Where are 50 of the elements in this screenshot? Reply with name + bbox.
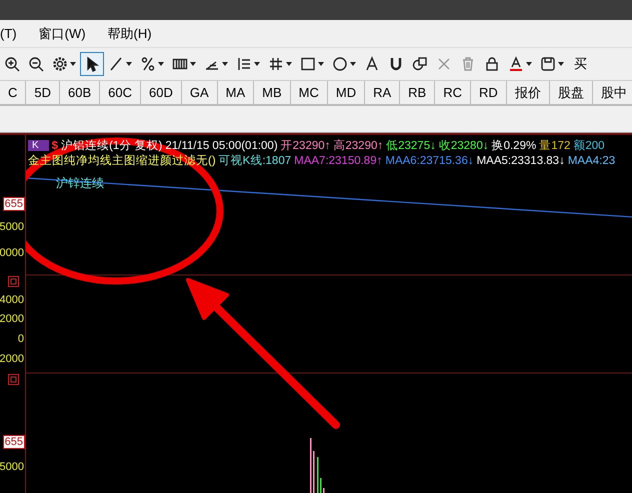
buy-button[interactable]: 买 — [574, 55, 587, 73]
grid-icon — [268, 56, 284, 72]
line-icon — [108, 56, 124, 72]
tool-button[interactable] — [80, 52, 104, 76]
axis-value: 5000 — [0, 461, 24, 473]
circle-icon — [332, 56, 348, 72]
trash-icon — [460, 56, 476, 72]
magnet-icon — [388, 56, 404, 72]
axis-value: 5000 — [0, 221, 24, 233]
price-tag: 655 — [2, 197, 25, 211]
bars-icon — [172, 56, 188, 72]
lock-icon — [484, 56, 500, 72]
menu-item[interactable]: 帮助(H) — [108, 24, 152, 42]
zoom-in-icon — [4, 56, 20, 72]
axis-value: 0 — [18, 333, 24, 345]
menu-item[interactable]: (T) — [0, 26, 17, 41]
axis-value: 0000 — [0, 247, 24, 259]
delete-icon — [436, 56, 452, 72]
quote-text: 换0.29% — [492, 138, 536, 153]
quote-text: 量172 — [539, 139, 570, 153]
axis-value: 2000 — [0, 313, 24, 325]
indicator-text: MAA4:23 — [568, 154, 616, 166]
panel-square-icon[interactable] — [8, 374, 19, 385]
price-tag: 655 — [2, 435, 25, 449]
text-icon — [364, 56, 380, 72]
indicator-text: MAA7:23150.89↑ — [294, 154, 382, 166]
quote-text: 21/11/15 05:00(01:00) — [165, 140, 278, 152]
k-badge: K — [28, 140, 49, 151]
levels-icon — [236, 56, 252, 72]
copy-icon — [412, 56, 428, 72]
currency-mark: $ — [52, 140, 58, 152]
quote-text: 高23290↑ — [333, 138, 384, 153]
quote-text: 收23280↓ — [438, 139, 489, 153]
menu-item[interactable]: 窗口(W) — [38, 24, 86, 42]
indicator-text: MAA6:23715.36↓ — [385, 154, 474, 166]
rect-icon — [300, 56, 316, 72]
volume-bars-drawing — [310, 438, 324, 493]
quote-text: 低23275↓ — [386, 139, 436, 153]
indicator-text: 可视K线:1807 — [218, 154, 292, 168]
quote-text: 开23290↑ — [280, 139, 330, 153]
panel-square-icon[interactable] — [8, 276, 19, 287]
save-icon — [540, 56, 556, 72]
axis-value: 4000 — [0, 294, 24, 306]
percent-icon — [140, 56, 156, 72]
gear-icon — [52, 56, 68, 72]
zoom-out-icon — [28, 56, 44, 72]
axis-value: 2000 — [0, 353, 24, 365]
indicator-text: MAA5:23313.83↓ — [476, 154, 565, 166]
quote-text: 额200 — [573, 138, 605, 153]
font-color-icon — [508, 56, 524, 72]
